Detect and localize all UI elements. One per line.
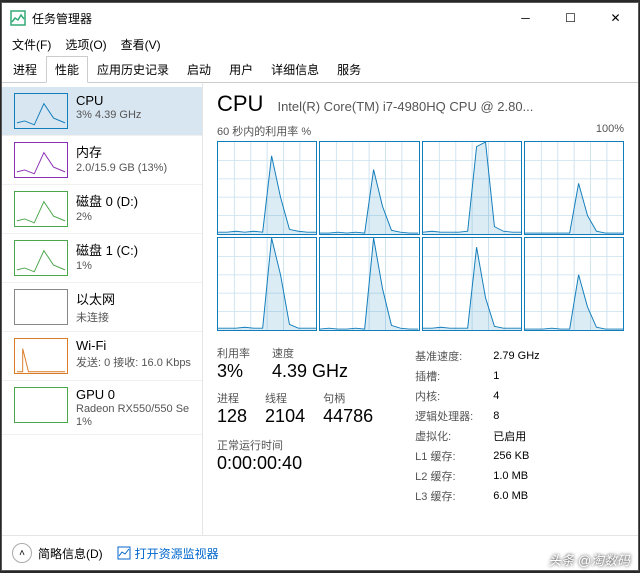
util-label: 利用率 xyxy=(217,345,250,361)
sidebar-item-Wi-Fi[interactable]: Wi-Fi发送: 0 接收: 16.0 Kbps xyxy=(2,332,202,381)
sidebar-item-GPU 0[interactable]: GPU 0Radeon RX550/550 Se1% xyxy=(2,381,202,435)
minimize-button[interactable]: ─ xyxy=(503,3,548,33)
cpu-chart-grid[interactable] xyxy=(217,141,624,331)
stats-right: 基准速度:2.79 GHz 插槽:1 内核:4 逻辑处理器:8 虚拟化:已启用 L1 缓存… xyxy=(413,345,542,507)
window-title: 任务管理器 xyxy=(32,10,503,27)
sidebar-item-label: GPU 0 xyxy=(76,387,189,402)
thread-value: 2104 xyxy=(265,406,305,427)
menu-options[interactable]: 选项(O) xyxy=(59,34,112,55)
cpu-core-chart xyxy=(422,141,522,235)
tab-services[interactable]: 服务 xyxy=(328,56,370,83)
cpu-core-chart xyxy=(217,237,317,331)
main-panel: CPU Intel(R) Core(TM) i7-4980HQ CPU @ 2.… xyxy=(203,83,638,535)
sidebar[interactable]: CPU3% 4.39 GHz内存2.0/15.9 GB (13%)磁盘 0 (D… xyxy=(2,83,203,535)
menu-file[interactable]: 文件(F) xyxy=(6,34,57,55)
cpu-core-chart xyxy=(422,237,522,331)
sidebar-item-label: CPU xyxy=(76,93,141,108)
handle-value: 44786 xyxy=(323,406,373,427)
menu-view[interactable]: 查看(V) xyxy=(115,34,167,55)
app-icon xyxy=(10,10,26,26)
sidebar-item-以太网[interactable]: 以太网未连接 xyxy=(2,283,202,332)
speed-value: 4.39 GHz xyxy=(272,361,348,382)
cpu-model: Intel(R) Core(TM) i7-4980HQ CPU @ 2.80..… xyxy=(277,99,533,114)
handle-label: 句柄 xyxy=(323,390,373,406)
chart-label: 60 秒内的利用率 % xyxy=(217,123,311,139)
spec-row: L1 缓存:256 KB xyxy=(415,447,540,465)
stats-left: 利用率3% 速度4.39 GHz 进程128 线程2104 句柄44786 正常… xyxy=(217,345,373,507)
tab-users[interactable]: 用户 xyxy=(220,56,262,83)
sidebar-item-磁盘 1 (C:)[interactable]: 磁盘 1 (C:)1% xyxy=(2,234,202,283)
sidebar-item-内存[interactable]: 内存2.0/15.9 GB (13%) xyxy=(2,136,202,185)
sidebar-item-label: 以太网 xyxy=(76,289,115,308)
sidebar-item-CPU[interactable]: CPU3% 4.39 GHz xyxy=(2,87,202,136)
page-title: CPU xyxy=(217,91,263,117)
spec-row: 逻辑处理器:8 xyxy=(415,407,540,425)
task-manager-window: 任务管理器 ─ ☐ ✕ 文件(F) 选项(O) 查看(V) 进程 性能 应用历史… xyxy=(1,2,639,571)
sidebar-item-sub: 未连接 xyxy=(76,309,115,325)
sidebar-item-sub: 1% xyxy=(76,260,138,272)
tab-startup[interactable]: 启动 xyxy=(178,56,220,83)
monitor-icon xyxy=(117,546,131,560)
tab-history[interactable]: 应用历史记录 xyxy=(88,56,178,83)
sidebar-item-磁盘 0 (D:)[interactable]: 磁盘 0 (D:)2% xyxy=(2,185,202,234)
thread-label: 线程 xyxy=(265,390,305,406)
tab-details[interactable]: 详细信息 xyxy=(262,56,328,83)
proc-value: 128 xyxy=(217,406,247,427)
sidebar-item-sub: 2% xyxy=(76,211,138,223)
cpu-core-chart xyxy=(524,237,624,331)
sidebar-item-sub: 3% 4.39 GHz xyxy=(76,109,141,121)
cpu-core-chart xyxy=(217,141,317,235)
close-button[interactable]: ✕ xyxy=(593,3,638,33)
watermark: 头条 @淘数码 xyxy=(548,550,630,569)
sidebar-item-label: 内存 xyxy=(76,142,167,161)
spec-row: L2 缓存:1.0 MB xyxy=(415,467,540,485)
spec-row: 插槽:1 xyxy=(415,367,540,385)
resource-monitor-link[interactable]: 打开资源监视器 xyxy=(117,545,219,562)
uptime-label: 正常运行时间 xyxy=(217,437,373,453)
speed-label: 速度 xyxy=(272,345,348,361)
spec-row: 虚拟化:已启用 xyxy=(415,427,540,445)
spec-row: 基准速度:2.79 GHz xyxy=(415,347,540,365)
spec-row: L3 缓存:6.0 MB xyxy=(415,487,540,505)
sidebar-item-label: 磁盘 0 (D:) xyxy=(76,191,138,210)
chart-max: 100% xyxy=(596,123,624,139)
chevron-up-icon[interactable]: ˄ xyxy=(12,543,32,563)
tab-processes[interactable]: 进程 xyxy=(4,56,46,83)
tab-bar: 进程 性能 应用历史记录 启动 用户 详细信息 服务 xyxy=(2,55,638,83)
fewer-details-link[interactable]: 简略信息(D) xyxy=(38,545,103,562)
cpu-core-chart xyxy=(319,141,419,235)
sidebar-item-label: Wi-Fi xyxy=(76,338,191,353)
sidebar-item-label: 磁盘 1 (C:) xyxy=(76,240,138,259)
footer: ˄ 简略信息(D) 打开资源监视器 xyxy=(2,535,638,570)
maximize-button[interactable]: ☐ xyxy=(548,3,593,33)
cpu-core-chart xyxy=(319,237,419,331)
util-value: 3% xyxy=(217,361,250,382)
sidebar-item-sub: 2.0/15.9 GB (13%) xyxy=(76,162,167,174)
proc-label: 进程 xyxy=(217,390,247,406)
uptime-value: 0:00:00:40 xyxy=(217,453,373,474)
tab-performance[interactable]: 性能 xyxy=(46,56,88,83)
sidebar-item-sub: 发送: 0 接收: 16.0 Kbps xyxy=(76,354,191,370)
cpu-core-chart xyxy=(524,141,624,235)
spec-row: 内核:4 xyxy=(415,387,540,405)
titlebar[interactable]: 任务管理器 ─ ☐ ✕ xyxy=(2,3,638,33)
menubar: 文件(F) 选项(O) 查看(V) xyxy=(2,33,638,55)
sidebar-item-sub: Radeon RX550/550 Se xyxy=(76,403,189,415)
